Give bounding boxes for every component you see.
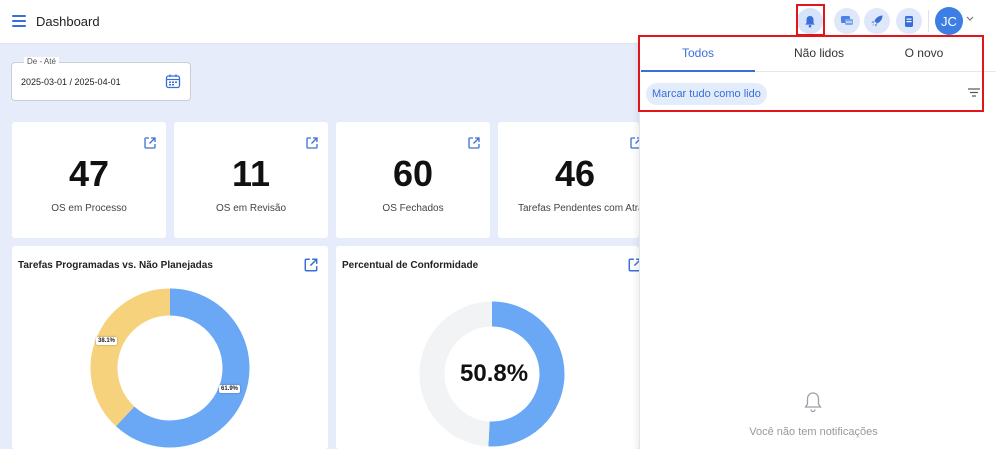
page-title: Dashboard xyxy=(36,14,100,29)
empty-notifications-message: Você não tem notificações xyxy=(749,426,878,438)
tab-new[interactable]: O novo xyxy=(867,36,981,72)
rocket-icon xyxy=(871,15,883,27)
chat-button[interactable] xyxy=(834,8,860,34)
document-button[interactable] xyxy=(896,8,922,34)
external-link-icon[interactable] xyxy=(143,136,157,150)
date-range-value: 2025-03-01 / 2025-04-01 xyxy=(21,77,121,87)
calendar-icon[interactable] xyxy=(165,73,181,89)
data-label-scheduled: 61.9% xyxy=(219,385,241,393)
stat-label: OS Fechados xyxy=(382,203,444,214)
donut-chart-conformity xyxy=(419,301,565,447)
rocket-button[interactable] xyxy=(864,8,890,34)
conformity-value: 50.8% xyxy=(460,360,529,387)
chart-card-conformity: Percentual de Conformidade 50.8% xyxy=(336,246,639,449)
tab-all[interactable]: Todos xyxy=(641,36,755,72)
stat-value: 11 xyxy=(231,153,271,194)
date-range-label: De - Até xyxy=(24,57,59,66)
chart-card-scheduled-tasks: Tarefas Programadas vs. Não Planejadas 3… xyxy=(12,246,328,449)
data-label-unplanned: 38.1% xyxy=(96,337,118,345)
tab-unread[interactable]: Não lidos xyxy=(762,36,876,72)
stat-card-in-review[interactable]: 11 OS em Revisão xyxy=(174,122,328,238)
stat-value: 46 xyxy=(554,153,596,194)
stat-label: OS em Processo xyxy=(51,203,127,214)
notification-tabs: Todos Não lidos O novo xyxy=(640,36,996,72)
stat-value: 60 xyxy=(392,153,434,194)
notifications-panel: Todos Não lidos O novo Marcar tudo como … xyxy=(639,36,996,449)
toolbar-divider xyxy=(928,10,929,32)
stat-card-overdue-tasks[interactable]: 46 Tarefas Pendentes com Atraso xyxy=(498,122,639,238)
stat-label: Tarefas Pendentes com Atraso xyxy=(518,203,639,214)
hamburger-icon[interactable] xyxy=(12,15,26,27)
mark-all-read-button[interactable]: Marcar tudo como lido xyxy=(646,83,767,105)
stat-card-in-process[interactable]: 47 OS em Processo xyxy=(12,122,166,238)
external-link-icon[interactable] xyxy=(305,136,319,150)
date-range-field[interactable]: De - Até 2025-03-01 / 2025-04-01 xyxy=(11,57,191,101)
donut-chart-scheduled xyxy=(90,288,250,448)
bell-highlight-box xyxy=(796,4,825,36)
notification-toolbar: Marcar tudo como lido xyxy=(640,72,996,111)
empty-bell-icon xyxy=(804,392,822,413)
stat-card-closed[interactable]: 60 OS Fechados xyxy=(336,122,490,238)
chevron-down-icon[interactable] xyxy=(966,16,974,22)
stat-value: 47 xyxy=(68,153,110,194)
filter-icon[interactable] xyxy=(967,88,981,98)
document-icon xyxy=(905,15,913,27)
donut-slice-unplanned[interactable] xyxy=(90,288,171,427)
external-link-icon[interactable] xyxy=(629,136,639,150)
user-avatar[interactable]: JC xyxy=(935,7,963,35)
stat-label: OS em Revisão xyxy=(215,203,287,214)
chat-icon xyxy=(841,15,853,25)
external-link-icon[interactable] xyxy=(467,136,481,150)
